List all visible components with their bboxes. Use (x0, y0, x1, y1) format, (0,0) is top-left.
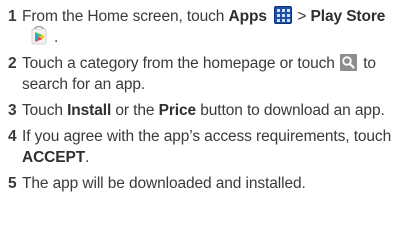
step-text: . (54, 29, 59, 46)
step-number: 1 (8, 8, 17, 25)
step-3: 3 Touch Install or the Price button to d… (8, 100, 395, 121)
apps-label: Apps (228, 8, 267, 25)
step-text: > (293, 8, 311, 25)
step-text: Touch (22, 102, 68, 119)
price-label: Price (158, 102, 197, 119)
step-text: Touch a category from the homepage or to… (22, 55, 339, 72)
accept-label: ACCEPT (22, 149, 86, 166)
step-text: From the Home screen, touch (22, 8, 229, 25)
step-5: 5 The app will be downloaded and install… (8, 173, 395, 194)
step-text: . (85, 149, 90, 166)
step-text: or the (111, 102, 159, 119)
step-number: 3 (8, 102, 17, 119)
install-label: Install (67, 102, 112, 119)
step-number: 4 (8, 128, 17, 145)
step-number: 5 (8, 175, 17, 192)
step-1: 1 From the Home screen, touch Apps > Pla… (8, 6, 395, 48)
play-store-label: Play Store (310, 8, 386, 25)
apps-grid-icon (274, 6, 293, 25)
instruction-document: 1 From the Home screen, touch Apps > Pla… (0, 0, 399, 247)
step-number: 2 (8, 55, 17, 72)
play-store-icon (26, 25, 52, 45)
step-text: button to download an app. (196, 102, 385, 119)
step-4: 4 If you agree with the app’s access req… (8, 126, 395, 168)
search-icon (339, 53, 357, 71)
step-2: 2 Touch a category from the homepage or … (8, 53, 395, 95)
steps-list: 1 From the Home screen, touch Apps > Pla… (8, 6, 395, 194)
step-text: If you agree with the app’s access requi… (22, 128, 392, 145)
step-text: The app will be downloaded and installed… (22, 175, 306, 192)
